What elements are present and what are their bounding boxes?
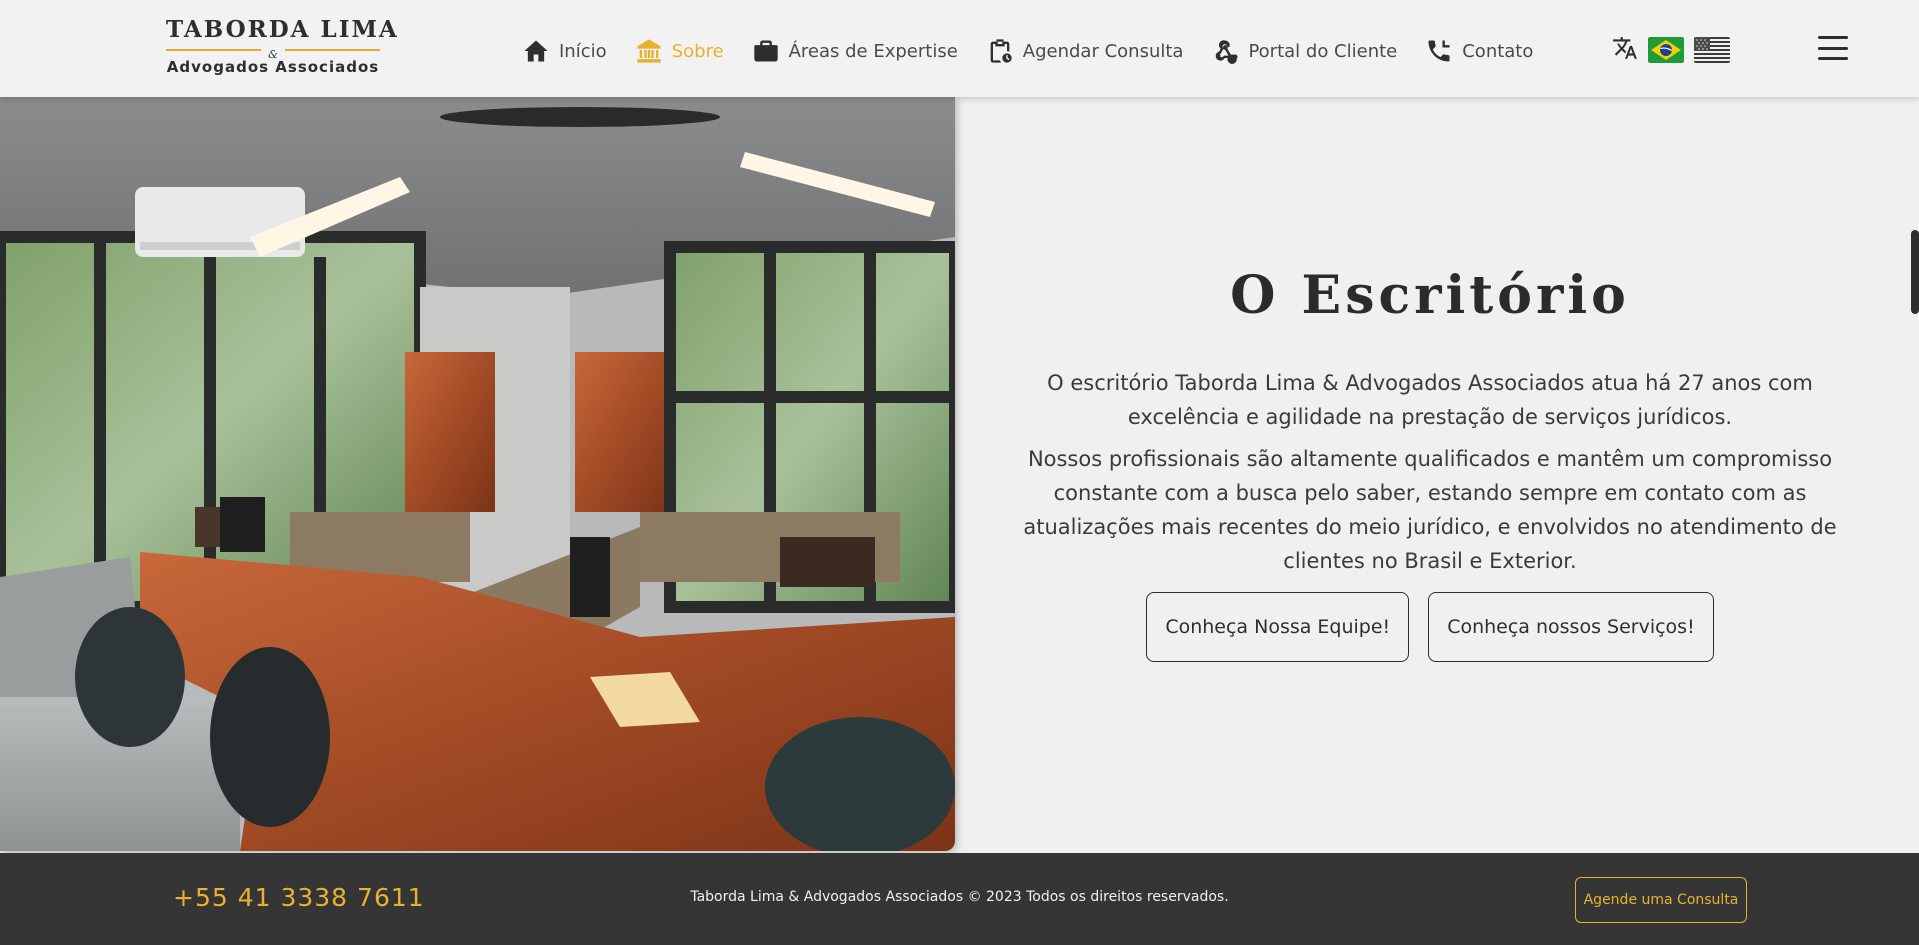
nav-label: Contato — [1462, 40, 1534, 62]
team-button[interactable]: Conheça Nossa Equipe! — [1146, 592, 1410, 662]
schedule-consultation-button[interactable]: Agende uma Consulta — [1575, 877, 1747, 923]
webhook-icon — [1216, 40, 1238, 64]
home-icon — [524, 40, 548, 62]
phone-icon — [1428, 40, 1450, 62]
cta-buttons: Conheça Nossa Equipe! Conheça nossos Ser… — [990, 592, 1870, 662]
building-columns-icon — [636, 39, 661, 63]
logo-divider: & — [166, 43, 380, 61]
nav-item-inicio[interactable]: Início — [522, 37, 607, 65]
logo[interactable]: TABORDA LIMA & Advogados Associados — [166, 16, 399, 82]
clipboard-clock-icon — [990, 39, 1012, 63]
nav-label: Agendar Consulta — [1022, 40, 1184, 62]
about-paragraph-1: O escritório Taborda Lima & Advogados As… — [1047, 371, 1813, 429]
nav-item-agendar-consulta[interactable]: Agendar Consulta — [986, 37, 1184, 65]
scrollbar-thumb[interactable] — [1911, 230, 1919, 314]
about-paragraph-2: Nossos profissionais são altamente quali… — [1023, 447, 1837, 573]
nav-item-contato[interactable]: Contato — [1425, 37, 1533, 65]
site-footer: +55 41 3338 7611 Taborda Lima & Advogado… — [0, 853, 1919, 945]
usa-flag[interactable] — [1694, 37, 1730, 63]
office-photo — [0, 97, 955, 851]
nav-item-sobre[interactable]: Sobre — [635, 37, 724, 65]
page-title: O Escritório — [1230, 265, 1630, 326]
services-button[interactable]: Conheça nossos Serviços! — [1428, 592, 1714, 662]
translate-icon[interactable] — [1612, 35, 1638, 65]
nav-item-portal-cliente[interactable]: Portal do Cliente — [1211, 37, 1397, 65]
hamburger-menu-icon[interactable] — [1818, 36, 1848, 60]
brazil-flag[interactable] — [1648, 37, 1684, 63]
nav-label: Áreas de Expertise — [788, 40, 958, 62]
nav-item-areas-expertise[interactable]: Áreas de Expertise — [752, 37, 958, 65]
logo-title: TABORDA LIMA — [166, 16, 399, 43]
logo-ampersand: & — [268, 48, 278, 61]
main-nav: Início Sobre Áreas de Expertise Agendar … — [522, 34, 1533, 68]
nav-label: Início — [559, 40, 607, 62]
language-selector — [1612, 35, 1730, 65]
briefcase-icon — [753, 40, 778, 62]
about-section: O Escritório O escritório Taborda Lima &… — [990, 260, 1870, 662]
nav-label: Portal do Cliente — [1248, 40, 1398, 62]
nav-label: Sobre — [671, 40, 724, 62]
site-header: TABORDA LIMA & Advogados Associados Iníc… — [0, 0, 1919, 97]
